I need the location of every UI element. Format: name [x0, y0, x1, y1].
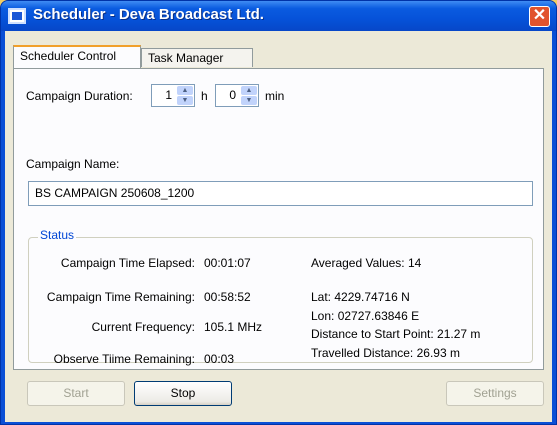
tab-task-manager[interactable]: Task Manager [141, 48, 253, 67]
stop-button[interactable]: Stop [134, 381, 232, 406]
campaign-name-label: Campaign Name: [26, 157, 120, 171]
hours-spin-buttons: ▲ ▼ [177, 86, 193, 105]
spin-down-icon[interactable]: ▼ [177, 96, 193, 105]
campaign-duration-label: Campaign Duration: [26, 89, 133, 103]
title-bar[interactable]: Scheduler - Deva Broadcast Ltd. ✕ [1, 1, 556, 31]
window-app-icon [8, 8, 26, 24]
hours-spinner[interactable]: 1 ▲ ▼ [151, 84, 195, 107]
observe-time-label: Observe Tiime Remaining: [53, 352, 195, 366]
spin-down-icon[interactable]: ▼ [241, 96, 257, 105]
longitude-value: Lon: 02727.63846 E [311, 309, 420, 323]
scheduler-control-panel: Campaign Duration: 1 ▲ ▼ h 0 ▲ ▼ min Cam… [13, 68, 544, 370]
window-title: Scheduler - Deva Broadcast Ltd. [33, 6, 264, 23]
minutes-spinner[interactable]: 0 ▲ ▼ [215, 84, 259, 107]
scheduler-window: Scheduler - Deva Broadcast Ltd. ✕ Schedu… [0, 0, 557, 425]
time-elapsed-value: 00:01:07 [204, 256, 251, 270]
frequency-label: Current Frequency: [91, 320, 195, 334]
frequency-value: 105.1 MHz [204, 320, 263, 334]
time-remaining-value: 00:58:52 [204, 290, 251, 304]
travelled-distance: Travelled Distance: 26.93 m [311, 346, 460, 360]
spin-up-icon[interactable]: ▲ [241, 86, 257, 95]
observe-time-value: 00:03 [204, 352, 235, 366]
hours-value: 1 [165, 88, 172, 102]
tab-scheduler-control[interactable]: Scheduler Control [13, 45, 141, 68]
settings-button[interactable]: Settings [446, 381, 544, 406]
distance-to-start: Distance to Start Point: 21.27 m [311, 327, 481, 341]
hours-unit-label: h [201, 89, 208, 103]
latitude-value: Lat: 4229.74716 N [311, 290, 410, 304]
minutes-unit-label: min [265, 89, 285, 103]
close-icon[interactable]: ✕ [529, 6, 550, 27]
spin-up-icon[interactable]: ▲ [177, 86, 193, 95]
time-elapsed-label: Campaign Time Elapsed: [60, 256, 195, 270]
campaign-name-input[interactable]: BS CAMPAIGN 250608_1200 [28, 181, 533, 206]
start-button[interactable]: Start [27, 381, 125, 406]
averaged-values: Averaged Values: 14 [311, 256, 422, 270]
minutes-value: 0 [229, 88, 236, 102]
dialog-client-area: Scheduler Control Task Manager Campaign … [5, 31, 552, 422]
status-group-title: Status [38, 228, 77, 242]
minutes-spin-buttons: ▲ ▼ [241, 86, 257, 105]
time-remaining-label: Campaign Time Remaining: [46, 290, 195, 304]
